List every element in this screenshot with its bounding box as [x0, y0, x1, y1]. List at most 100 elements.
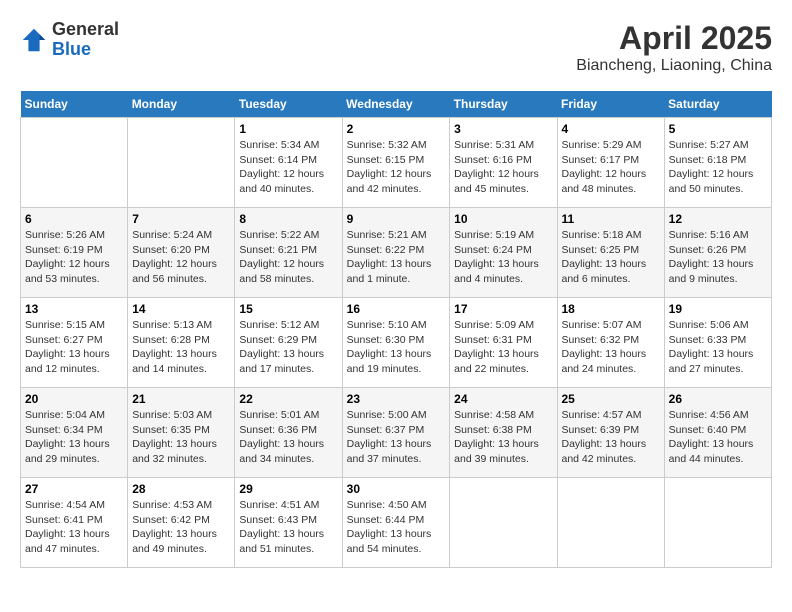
calendar-cell: 27Sunrise: 4:54 AM Sunset: 6:41 PM Dayli… [21, 478, 128, 568]
day-number: 13 [25, 302, 123, 316]
calendar-cell: 23Sunrise: 5:00 AM Sunset: 6:37 PM Dayli… [342, 388, 450, 478]
calendar-cell: 28 Sunrise: 4:53 AM Sunset: 6:42 PM Dayli… [128, 478, 235, 568]
day-info: Sunrise: 4:51 AM Sunset: 6:43 PM Dayligh… [239, 498, 337, 557]
day-number: 15 [239, 302, 337, 316]
day-number: 7 [132, 212, 230, 226]
day-number: 9 [347, 212, 446, 226]
calendar-cell: 19 Sunrise: 5:06 AM Sunset: 6:33 PM Dayli… [664, 298, 771, 388]
day-number: 14 [132, 302, 230, 316]
day-info: Sunrise: 4:58 AM Sunset: 6:38 PM Dayligh… [454, 408, 552, 467]
week-row-5: 27Sunrise: 4:54 AM Sunset: 6:41 PM Dayli… [21, 478, 772, 568]
calendar-cell: 15 Sunrise: 5:12 AM Sunset: 6:29 PM Dayli… [235, 298, 342, 388]
column-header-tuesday: Tuesday [235, 91, 342, 118]
calendar-cell: 5 Sunrise: 5:27 AM Sunset: 6:18 PM Daylig… [664, 118, 771, 208]
day-number: 11 [562, 212, 660, 226]
calendar-subtitle: Biancheng, Liaoning, China [576, 57, 772, 75]
day-info: Sunrise: 5:04 AM Sunset: 6:34 PM Dayligh… [25, 408, 123, 467]
column-header-sunday: Sunday [21, 91, 128, 118]
column-header-monday: Monday [128, 91, 235, 118]
week-row-4: 20 Sunrise: 5:04 AM Sunset: 6:34 PM Dayli… [21, 388, 772, 478]
day-number: 26 [669, 392, 767, 406]
logo-general: General [52, 20, 119, 40]
day-number: 1 [239, 122, 337, 136]
day-number: 23 [347, 392, 446, 406]
calendar-cell: 26 Sunrise: 4:56 AM Sunset: 6:40 PM Dayli… [664, 388, 771, 478]
day-info: Sunrise: 4:57 AM Sunset: 6:39 PM Dayligh… [562, 408, 660, 467]
calendar-cell: 16Sunrise: 5:10 AM Sunset: 6:30 PM Dayli… [342, 298, 450, 388]
day-number: 8 [239, 212, 337, 226]
day-number: 16 [347, 302, 446, 316]
day-info: Sunrise: 5:31 AM Sunset: 6:16 PM Dayligh… [454, 138, 552, 197]
day-info: Sunrise: 5:06 AM Sunset: 6:33 PM Dayligh… [669, 318, 767, 377]
calendar-cell: 13 Sunrise: 5:15 AM Sunset: 6:27 PM Dayli… [21, 298, 128, 388]
calendar-cell: 7 Sunrise: 5:24 AM Sunset: 6:20 PM Daylig… [128, 208, 235, 298]
week-row-1: 1 Sunrise: 5:34 AM Sunset: 6:14 PM Daylig… [21, 118, 772, 208]
day-info: Sunrise: 4:56 AM Sunset: 6:40 PM Dayligh… [669, 408, 767, 467]
day-number: 22 [239, 392, 337, 406]
day-number: 5 [669, 122, 767, 136]
calendar-table: SundayMondayTuesdayWednesdayThursdayFrid… [20, 91, 772, 568]
calendar-cell: 6 Sunrise: 5:26 AM Sunset: 6:19 PM Daylig… [21, 208, 128, 298]
day-number: 29 [239, 482, 337, 496]
day-info: Sunrise: 5:24 AM Sunset: 6:20 PM Dayligh… [132, 228, 230, 287]
calendar-cell: 3 Sunrise: 5:31 AM Sunset: 6:16 PM Daylig… [450, 118, 557, 208]
day-info: Sunrise: 5:19 AM Sunset: 6:24 PM Dayligh… [454, 228, 552, 287]
calendar-cell [664, 478, 771, 568]
calendar-cell: 10 Sunrise: 5:19 AM Sunset: 6:24 PM Dayli… [450, 208, 557, 298]
logo-icon [20, 26, 48, 54]
calendar-cell: 20 Sunrise: 5:04 AM Sunset: 6:34 PM Dayli… [21, 388, 128, 478]
week-row-3: 13 Sunrise: 5:15 AM Sunset: 6:27 PM Dayli… [21, 298, 772, 388]
day-info: Sunrise: 5:15 AM Sunset: 6:27 PM Dayligh… [25, 318, 123, 377]
day-info: Sunrise: 5:03 AM Sunset: 6:35 PM Dayligh… [132, 408, 230, 467]
column-header-saturday: Saturday [664, 91, 771, 118]
calendar-cell [128, 118, 235, 208]
day-info: Sunrise: 4:53 AM Sunset: 6:42 PM Dayligh… [132, 498, 230, 557]
calendar-cell: 22 Sunrise: 5:01 AM Sunset: 6:36 PM Dayli… [235, 388, 342, 478]
day-number: 19 [669, 302, 767, 316]
day-number: 24 [454, 392, 552, 406]
day-number: 10 [454, 212, 552, 226]
day-number: 12 [669, 212, 767, 226]
day-number: 3 [454, 122, 552, 136]
day-info: Sunrise: 4:50 AM Sunset: 6:44 PM Dayligh… [347, 498, 446, 557]
calendar-cell: 21 Sunrise: 5:03 AM Sunset: 6:35 PM Dayli… [128, 388, 235, 478]
calendar-title: April 2025 [576, 20, 772, 57]
day-info: Sunrise: 5:22 AM Sunset: 6:21 PM Dayligh… [239, 228, 337, 287]
calendar-cell [21, 118, 128, 208]
day-info: Sunrise: 5:12 AM Sunset: 6:29 PM Dayligh… [239, 318, 337, 377]
column-header-friday: Friday [557, 91, 664, 118]
calendar-cell: 30Sunrise: 4:50 AM Sunset: 6:44 PM Dayli… [342, 478, 450, 568]
header-row: SundayMondayTuesdayWednesdayThursdayFrid… [21, 91, 772, 118]
calendar-cell: 14Sunrise: 5:13 AM Sunset: 6:28 PM Dayli… [128, 298, 235, 388]
calendar-cell: 11 Sunrise: 5:18 AM Sunset: 6:25 PM Dayli… [557, 208, 664, 298]
day-info: Sunrise: 5:09 AM Sunset: 6:31 PM Dayligh… [454, 318, 552, 377]
day-number: 4 [562, 122, 660, 136]
calendar-cell: 1 Sunrise: 5:34 AM Sunset: 6:14 PM Daylig… [235, 118, 342, 208]
calendar-cell: 2 Sunrise: 5:32 AM Sunset: 6:15 PM Daylig… [342, 118, 450, 208]
day-info: Sunrise: 5:01 AM Sunset: 6:36 PM Dayligh… [239, 408, 337, 467]
week-row-2: 6 Sunrise: 5:26 AM Sunset: 6:19 PM Daylig… [21, 208, 772, 298]
day-info: Sunrise: 5:27 AM Sunset: 6:18 PM Dayligh… [669, 138, 767, 197]
day-number: 28 [132, 482, 230, 496]
day-number: 20 [25, 392, 123, 406]
column-header-wednesday: Wednesday [342, 91, 450, 118]
logo-blue: Blue [52, 40, 119, 60]
day-number: 2 [347, 122, 446, 136]
day-info: Sunrise: 5:16 AM Sunset: 6:26 PM Dayligh… [669, 228, 767, 287]
logo-text: General Blue [52, 20, 119, 60]
day-info: Sunrise: 5:29 AM Sunset: 6:17 PM Dayligh… [562, 138, 660, 197]
title-area: April 2025 Biancheng, Liaoning, China [576, 20, 772, 75]
day-info: Sunrise: 5:34 AM Sunset: 6:14 PM Dayligh… [239, 138, 337, 197]
day-info: Sunrise: 5:26 AM Sunset: 6:19 PM Dayligh… [25, 228, 123, 287]
day-info: Sunrise: 5:18 AM Sunset: 6:25 PM Dayligh… [562, 228, 660, 287]
calendar-cell: 8 Sunrise: 5:22 AM Sunset: 6:21 PM Daylig… [235, 208, 342, 298]
calendar-cell: 18Sunrise: 5:07 AM Sunset: 6:32 PM Dayli… [557, 298, 664, 388]
calendar-cell: 17Sunrise: 5:09 AM Sunset: 6:31 PM Dayli… [450, 298, 557, 388]
calendar-cell: 24 Sunrise: 4:58 AM Sunset: 6:38 PM Dayli… [450, 388, 557, 478]
day-info: Sunrise: 4:54 AM Sunset: 6:41 PM Dayligh… [25, 498, 123, 557]
day-number: 21 [132, 392, 230, 406]
calendar-cell: 4 Sunrise: 5:29 AM Sunset: 6:17 PM Daylig… [557, 118, 664, 208]
day-info: Sunrise: 5:32 AM Sunset: 6:15 PM Dayligh… [347, 138, 446, 197]
day-number: 6 [25, 212, 123, 226]
page-header: General Blue April 2025 Biancheng, Liaon… [20, 20, 772, 75]
